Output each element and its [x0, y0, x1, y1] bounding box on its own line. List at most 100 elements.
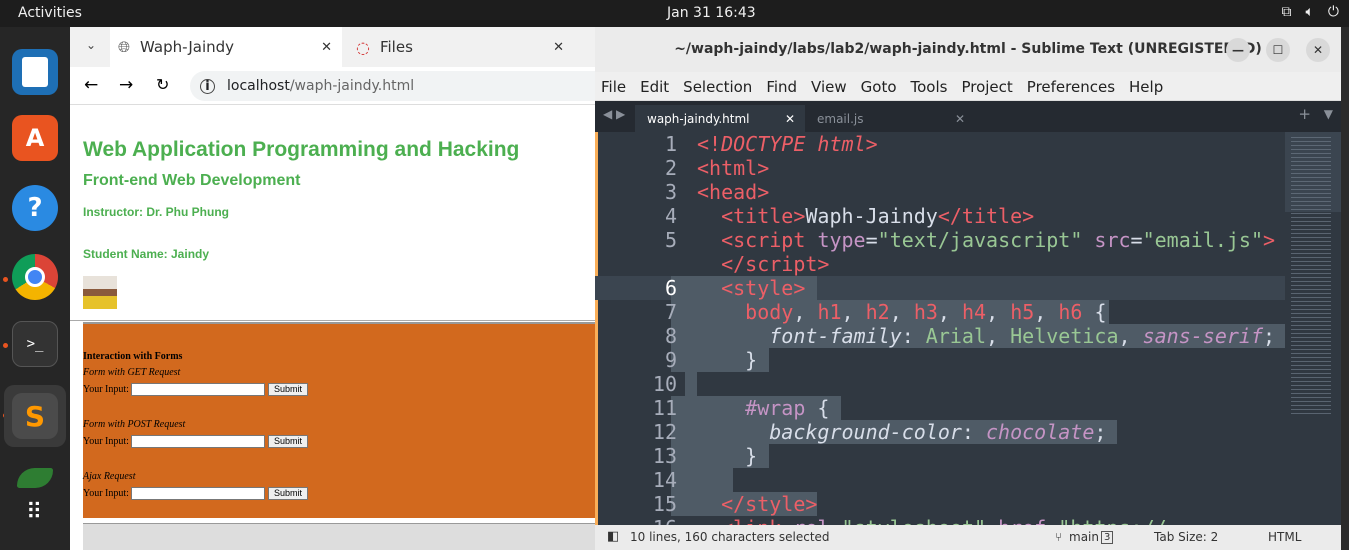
- tab-waph-jaindy[interactable]: 🌐︎ Waph-Jaindy ✕: [110, 27, 342, 67]
- tab-list-icon[interactable]: ⌄: [86, 38, 96, 52]
- code-line: #wrap {: [745, 396, 830, 420]
- line-number: 14: [652, 468, 677, 492]
- divider: [70, 320, 595, 321]
- browser-tab-bar: ⌄ 🌐︎ Waph-Jaindy ✕ ◌ Files ✕: [70, 27, 595, 67]
- libreoffice-impress-icon[interactable]: [12, 49, 58, 95]
- reload-icon[interactable]: ↻: [156, 75, 169, 94]
- close-icon[interactable]: ✕: [785, 112, 795, 126]
- code-editor[interactable]: 1 2 3 4 5 6 7 8 9 10 11 12 13 14 15 16 <…: [595, 132, 1285, 525]
- running-indicator: [3, 343, 8, 348]
- line-number: 6: [664, 276, 677, 300]
- line-number: 5: [664, 228, 677, 252]
- url-host: localhost: [227, 78, 290, 94]
- code-line: <script type="text/javascript" src="emai…: [721, 228, 1276, 252]
- forms-title: Interaction with Forms: [83, 351, 183, 362]
- minimap[interactable]: [1285, 132, 1341, 525]
- tab-dropdown-icon[interactable]: ▼: [1324, 107, 1333, 121]
- line-number: 13: [652, 444, 677, 468]
- line-number: 8: [664, 324, 677, 348]
- close-icon[interactable]: ✕: [1306, 38, 1330, 62]
- address-bar[interactable]: i localhost/waph-jaindy.html: [190, 71, 595, 101]
- url-path: /waph-jaindy.html: [289, 78, 415, 94]
- ajax-form: Your Input: Submit: [83, 487, 308, 500]
- line-number: 11: [652, 396, 677, 420]
- line-number: 9: [664, 348, 677, 372]
- code-line: </script>: [721, 252, 830, 276]
- menu-project[interactable]: Project: [961, 72, 1019, 100]
- post-input[interactable]: [131, 435, 266, 448]
- web-page: Web Application Programming and Hacking …: [70, 105, 595, 550]
- selection: [685, 372, 697, 396]
- tab-email-js[interactable]: email.js ✕: [805, 105, 975, 132]
- status-bar: ◧ 10 lines, 160 characters selected ⑂ ma…: [595, 525, 1341, 550]
- app-center-icon[interactable]: A: [12, 115, 58, 161]
- menu-preferences[interactable]: Preferences: [1027, 72, 1122, 100]
- sublime-text-icon[interactable]: S: [12, 393, 58, 439]
- forward-icon[interactable]: →: [119, 75, 133, 95]
- terminal-icon[interactable]: >_: [12, 321, 58, 367]
- code-line: <!DOCTYPE html>: [697, 132, 878, 156]
- line-number: 15: [652, 492, 677, 516]
- line-number: 3: [664, 180, 677, 204]
- line-number: 10: [652, 372, 677, 396]
- close-icon[interactable]: ✕: [321, 40, 332, 55]
- tab-size[interactable]: Tab Size: 2: [1154, 530, 1218, 544]
- tab-label: Files: [379, 38, 413, 56]
- tab-label: email.js: [817, 111, 864, 126]
- form-title: Form with GET Request: [83, 367, 181, 378]
- page-heading: Web Application Programming and Hacking: [83, 138, 520, 161]
- tab-waph-jaindy-html[interactable]: waph-jaindy.html ✕: [635, 105, 805, 132]
- line-number: 4: [664, 204, 677, 228]
- help-icon[interactable]: ?: [12, 185, 58, 231]
- code-line: </style>: [721, 492, 818, 516]
- menu-tools[interactable]: Tools: [911, 72, 955, 100]
- menu-edit[interactable]: Edit: [640, 72, 676, 100]
- power-icon: ⏻: [1327, 4, 1339, 20]
- menu-find[interactable]: Find: [766, 72, 804, 100]
- code-line: <title>Waph-Jaindy</title>: [721, 204, 1035, 228]
- submit-button[interactable]: Submit: [267, 487, 308, 500]
- form-title: Form with POST Request: [83, 419, 186, 430]
- maximize-icon[interactable]: ☐: [1266, 38, 1290, 62]
- new-tab-icon[interactable]: +: [1298, 105, 1311, 123]
- chrome-icon[interactable]: [12, 254, 58, 300]
- menu-selection[interactable]: Selection: [683, 72, 759, 100]
- line-number: 12: [652, 420, 677, 444]
- system-tray[interactable]: ⧉ 🔈︎ ⏻: [1282, 4, 1339, 20]
- tab-files[interactable]: ◌ Files ✕: [352, 27, 582, 67]
- code-line: <head>: [697, 180, 770, 204]
- form-title: Ajax Request: [83, 471, 136, 482]
- student-name: Student Name: Jaindy: [83, 247, 210, 261]
- menu-file[interactable]: File: [601, 72, 633, 100]
- tab-label: waph-jaindy.html: [647, 111, 750, 126]
- line-number: 2: [664, 156, 677, 180]
- desktop-edge: [1341, 27, 1349, 550]
- input-label: Your Input:: [83, 487, 129, 499]
- student-photo: [83, 276, 117, 309]
- instructor-text: Instructor: Dr. Phu Phung: [83, 205, 229, 219]
- menu-view[interactable]: View: [811, 72, 854, 100]
- code-line: <style>: [721, 276, 806, 300]
- top-bar: Activities Jan 31 16:43 ⧉ 🔈︎ ⏻: [0, 0, 1349, 27]
- submit-button[interactable]: Submit: [267, 383, 308, 396]
- minimize-icon[interactable]: —: [1226, 38, 1250, 62]
- close-icon[interactable]: ✕: [955, 112, 965, 126]
- back-icon[interactable]: ←: [84, 75, 98, 95]
- forms-section: Interaction with Forms Form with GET Req…: [83, 322, 595, 518]
- menu-goto[interactable]: Goto: [861, 72, 904, 100]
- volume-icon: 🔈︎: [1305, 4, 1314, 20]
- panel-toggle-icon[interactable]: ◧: [607, 529, 619, 544]
- clock[interactable]: Jan 31 16:43: [667, 5, 756, 21]
- close-icon[interactable]: ✕: [553, 40, 564, 55]
- syntax-mode[interactable]: HTML: [1268, 530, 1301, 544]
- submit-button[interactable]: Submit: [267, 435, 308, 448]
- menu-help[interactable]: Help: [1129, 72, 1170, 100]
- show-apps-icon[interactable]: ⠿: [12, 489, 58, 535]
- page-subheading: Front-end Web Development: [83, 172, 301, 189]
- git-branch[interactable]: main: [1069, 530, 1099, 544]
- tab-nav-arrows-icon[interactable]: ◀ ▶: [603, 107, 625, 121]
- get-input[interactable]: [131, 383, 266, 396]
- ajax-input[interactable]: [131, 487, 266, 500]
- activities-button[interactable]: Activities: [18, 5, 82, 21]
- browser-toolbar: ← → ↻ i localhost/waph-jaindy.html: [70, 67, 595, 105]
